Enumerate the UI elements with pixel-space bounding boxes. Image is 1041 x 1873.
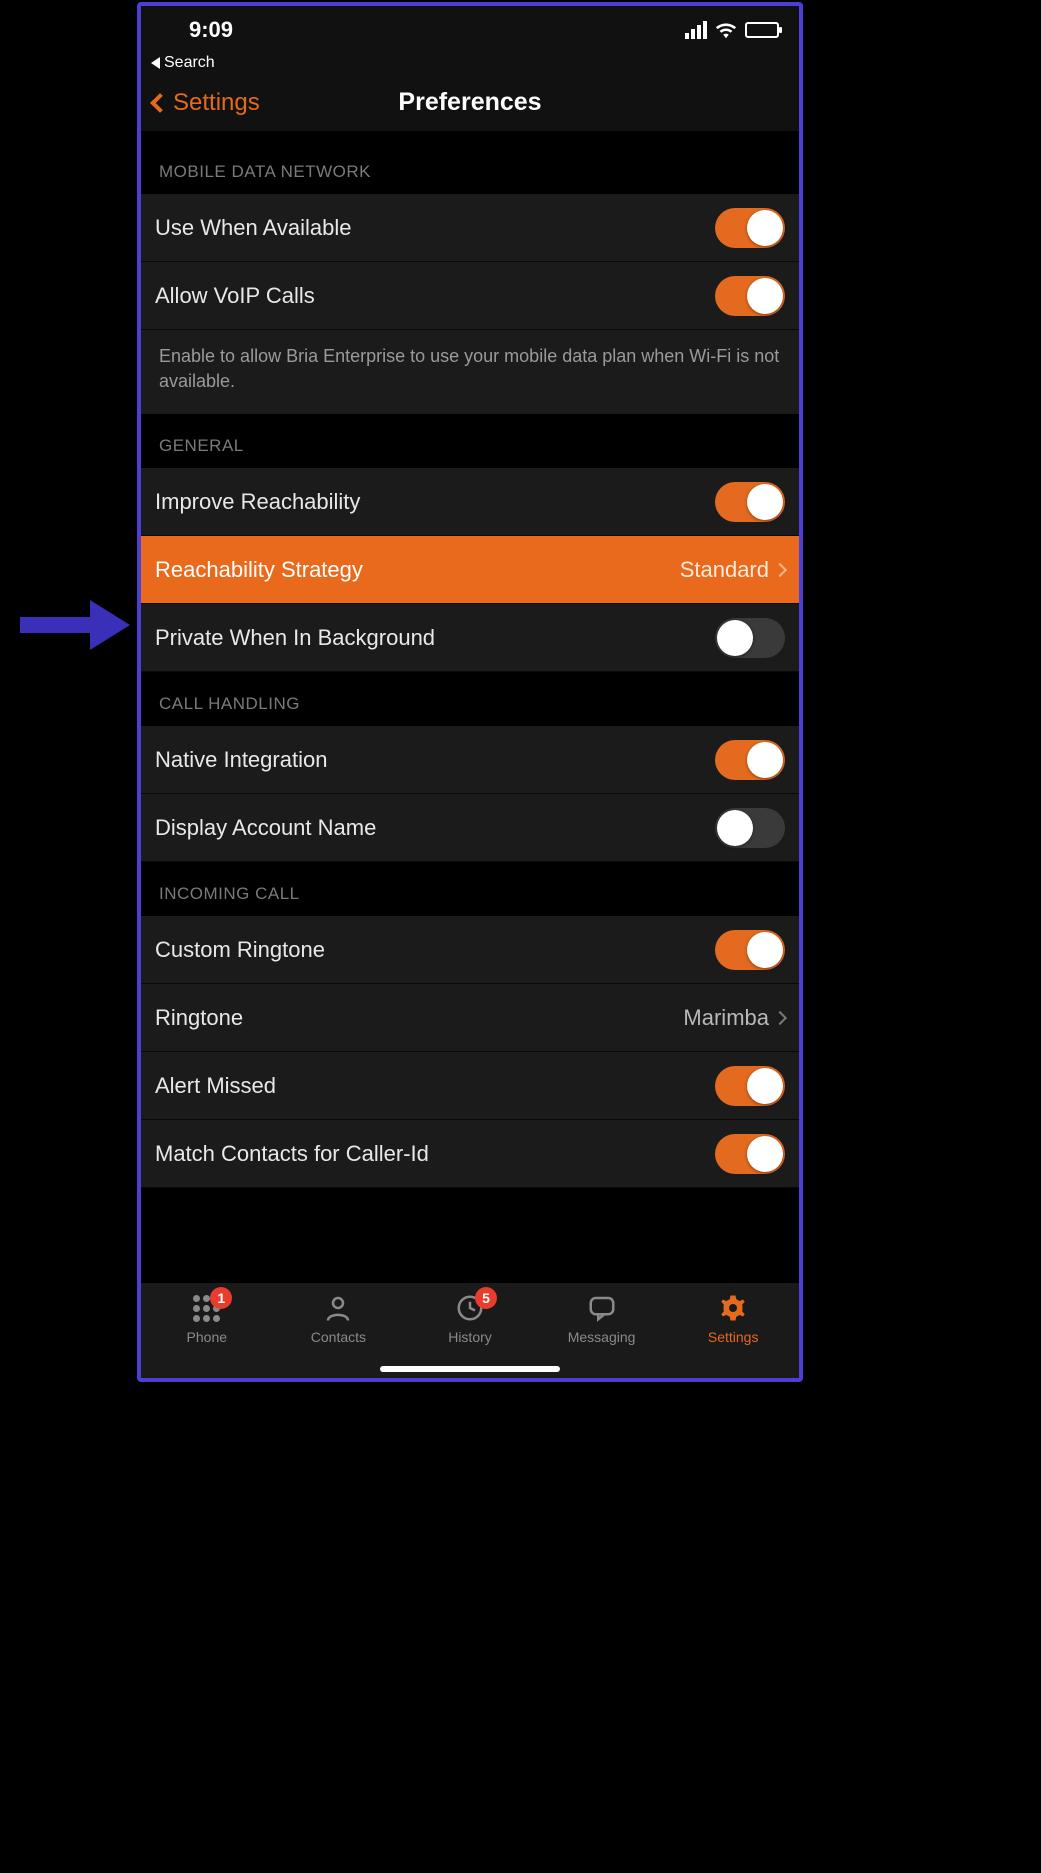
row-label: Native Integration [155, 747, 715, 773]
phone-frame: 9:09 Search Settings Preferences MOBILE … [137, 2, 803, 1382]
row-label: Improve Reachability [155, 489, 715, 515]
section-footer-mobile: Enable to allow Bria Enterprise to use y… [141, 330, 799, 414]
toggle-display-account-name[interactable] [715, 808, 785, 848]
chevron-left-icon [150, 93, 170, 113]
tab-label: Contacts [311, 1329, 366, 1345]
row-use-when-available[interactable]: Use When Available [141, 194, 799, 262]
tab-settings[interactable]: Settings [667, 1291, 799, 1345]
breadcrumb-label: Search [164, 54, 215, 72]
tab-label: Phone [187, 1329, 227, 1345]
row-label: Ringtone [155, 1005, 683, 1031]
callout-arrow [20, 600, 130, 650]
row-ringtone[interactable]: Ringtone Marimba [141, 984, 799, 1052]
tab-label: Settings [708, 1329, 759, 1345]
row-label: Display Account Name [155, 815, 715, 841]
row-label: Match Contacts for Caller-Id [155, 1141, 715, 1167]
row-private-when-background[interactable]: Private When In Background [141, 604, 799, 672]
section-header-incoming: INCOMING CALL [141, 862, 799, 916]
toggle-allow-voip[interactable] [715, 276, 785, 316]
row-allow-voip[interactable]: Allow VoIP Calls [141, 262, 799, 330]
toggle-improve-reachability[interactable] [715, 482, 785, 522]
status-time: 9:09 [161, 17, 233, 43]
toggle-native-integration[interactable] [715, 740, 785, 780]
battery-icon [745, 22, 779, 38]
row-display-account-name[interactable]: Display Account Name [141, 794, 799, 862]
row-label: Alert Missed [155, 1073, 715, 1099]
chat-bubble-icon [587, 1293, 617, 1323]
tab-label: Messaging [568, 1329, 636, 1345]
badge-history: 5 [475, 1287, 497, 1309]
row-value: Standard [680, 557, 769, 583]
row-native-integration[interactable]: Native Integration [141, 726, 799, 794]
row-label: Allow VoIP Calls [155, 283, 715, 309]
cellular-signal-icon [685, 21, 707, 39]
badge-phone: 1 [210, 1287, 232, 1309]
breadcrumb-back[interactable]: Search [141, 54, 799, 74]
nav-header: Settings Preferences [141, 74, 799, 132]
tab-contacts[interactable]: Contacts [273, 1291, 405, 1345]
row-alert-missed[interactable]: Alert Missed [141, 1052, 799, 1120]
nav-back-label: Settings [173, 89, 260, 117]
status-bar: 9:09 [141, 6, 799, 54]
tab-messaging[interactable]: Messaging [536, 1291, 668, 1345]
toggle-private-background[interactable] [715, 618, 785, 658]
section-header-call-handling: CALL HANDLING [141, 672, 799, 726]
row-match-contacts[interactable]: Match Contacts for Caller-Id [141, 1120, 799, 1188]
row-label: Private When In Background [155, 625, 715, 651]
chevron-right-icon [773, 563, 787, 577]
back-triangle-icon [151, 57, 160, 69]
section-header-mobile: MOBILE DATA NETWORK [141, 132, 799, 194]
row-improve-reachability[interactable]: Improve Reachability [141, 468, 799, 536]
row-reachability-strategy[interactable]: Reachability Strategy Standard [141, 536, 799, 604]
row-label: Use When Available [155, 215, 715, 241]
tab-phone[interactable]: 1 Phone [141, 1291, 273, 1345]
row-value: Marimba [683, 1005, 769, 1031]
toggle-custom-ringtone[interactable] [715, 930, 785, 970]
wifi-icon [715, 21, 737, 39]
person-icon [323, 1293, 353, 1323]
gear-icon [718, 1293, 748, 1323]
section-header-general: GENERAL [141, 414, 799, 468]
content-scroll[interactable]: MOBILE DATA NETWORK Use When Available A… [141, 132, 799, 1282]
tab-bar: 1 Phone Contacts 5 History [141, 1282, 799, 1378]
row-custom-ringtone[interactable]: Custom Ringtone [141, 916, 799, 984]
nav-back-button[interactable]: Settings [153, 89, 260, 117]
toggle-match-contacts[interactable] [715, 1134, 785, 1174]
chevron-right-icon [773, 1011, 787, 1025]
toggle-alert-missed[interactable] [715, 1066, 785, 1106]
tab-history[interactable]: 5 History [404, 1291, 536, 1345]
toggle-use-when-available[interactable] [715, 208, 785, 248]
row-label: Custom Ringtone [155, 937, 715, 963]
tab-label: History [448, 1329, 492, 1345]
home-indicator[interactable] [380, 1366, 560, 1372]
row-label: Reachability Strategy [155, 557, 680, 583]
